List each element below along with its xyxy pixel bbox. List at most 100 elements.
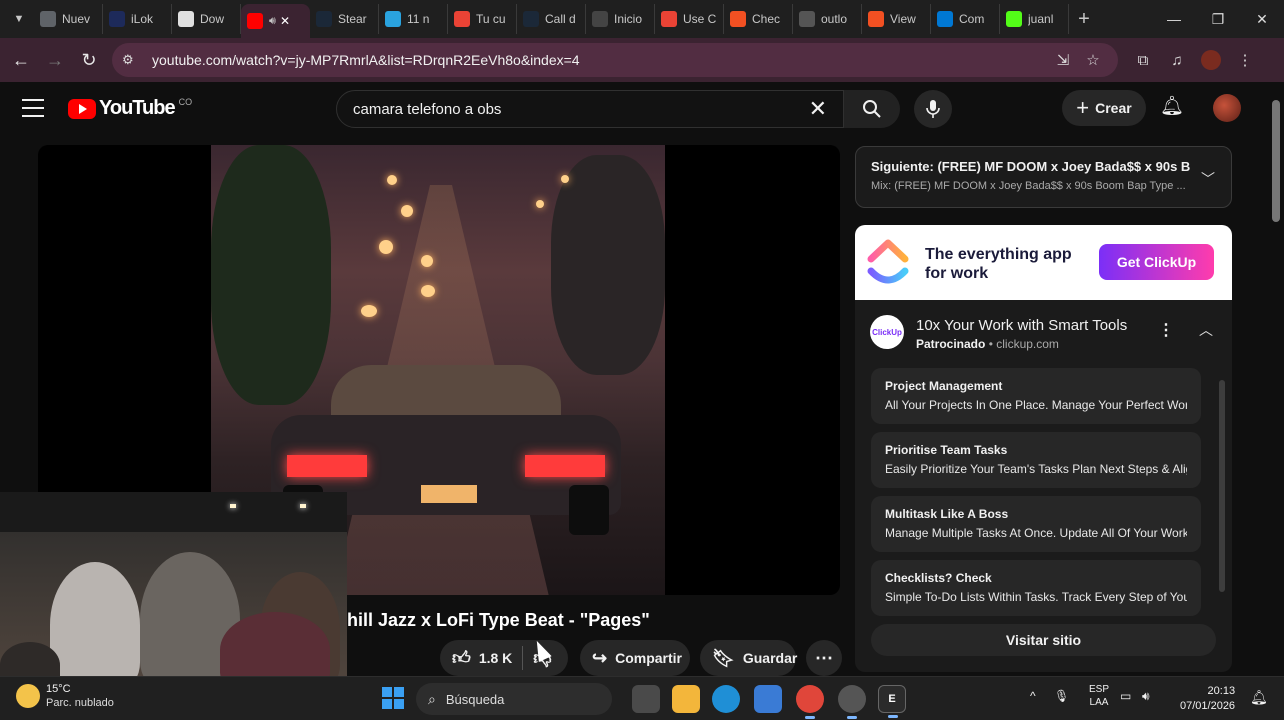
- tab-title: Inicio: [614, 12, 643, 26]
- like-icon[interactable]: 👍︎: [452, 647, 471, 669]
- search-button[interactable]: [844, 90, 900, 128]
- ad-banner[interactable]: The everything app for work Get ClickUp: [855, 225, 1232, 300]
- voice-search-button[interactable]: [914, 90, 952, 128]
- network-icon[interactable]: ▭: [1120, 689, 1142, 703]
- browser-tab[interactable]: 🔊︎ ✕: [241, 4, 310, 38]
- taskbar-search[interactable]: ⌕ Búsqueda: [416, 683, 612, 715]
- youtube-logo[interactable]: YouTube CO: [68, 97, 192, 120]
- browser-tab[interactable]: View: [862, 4, 931, 34]
- close-window-button[interactable]: ✕: [1240, 0, 1284, 38]
- clock[interactable]: 20:13 07/01/2026: [1180, 684, 1235, 714]
- ad-options-icon[interactable]: ⋮: [1158, 320, 1174, 340]
- search-input[interactable]: camara telefono a obs ✕: [336, 90, 844, 128]
- ad-feature-item[interactable]: Checklists? Check Simple To-Do Lists With…: [871, 560, 1201, 616]
- browser-tab[interactable]: iLok: [103, 4, 172, 34]
- store-icon[interactable]: [754, 685, 782, 713]
- feature-heading: Prioritise Team Tasks: [885, 443, 1008, 457]
- reload-button[interactable]: ↻: [72, 43, 106, 77]
- task-view-icon[interactable]: [632, 685, 660, 713]
- share-icon: ↪: [592, 647, 608, 668]
- browser-tab[interactable]: Use C: [655, 4, 724, 34]
- obs-icon[interactable]: [838, 685, 866, 719]
- tray-mic-icon[interactable]: 🎙︎: [1054, 689, 1078, 703]
- clear-search-icon[interactable]: ✕: [809, 96, 827, 122]
- browser-tab[interactable]: Call d: [517, 4, 586, 34]
- browser-tab[interactable]: Nuev: [34, 4, 103, 34]
- minimize-button[interactable]: —: [1152, 0, 1196, 38]
- ad-title[interactable]: 10x Your Work with Smart Tools: [916, 317, 1127, 334]
- browser-tab[interactable]: juanl: [1000, 4, 1069, 34]
- language-indicator[interactable]: ESP LAA: [1082, 683, 1116, 709]
- expand-chevron-icon[interactable]: ﹀: [1201, 169, 1215, 189]
- get-clickup-button[interactable]: Get ClickUp: [1099, 244, 1214, 280]
- back-button[interactable]: ←: [4, 43, 38, 77]
- share-label: Compartir: [615, 650, 682, 666]
- edge-icon[interactable]: [712, 685, 740, 713]
- chrome-icon[interactable]: [796, 685, 824, 719]
- bookmark-star-icon[interactable]: ☆: [1078, 51, 1108, 69]
- extensions-icon[interactable]: ⧉: [1126, 43, 1160, 77]
- tab-title: iLok: [131, 12, 154, 26]
- browser-tab[interactable]: Com: [931, 4, 1000, 34]
- feature-heading: Checklists? Check: [885, 571, 992, 585]
- create-button[interactable]: + Crear: [1062, 90, 1146, 126]
- browser-tab[interactable]: Tu cu: [448, 4, 517, 34]
- save-button[interactable]: 🔖︎ Guardar: [700, 640, 797, 676]
- feature-heading: Project Management: [885, 379, 1003, 393]
- more-actions-button[interactable]: ⋯: [806, 640, 842, 676]
- ad-scrollbar[interactable]: [1219, 380, 1225, 592]
- tab-title: Dow: [200, 12, 225, 26]
- volume-icon[interactable]: 🔊︎: [1142, 689, 1164, 704]
- tab-title: Use C: [683, 12, 717, 26]
- search-query: camara telefono a obs: [353, 100, 502, 118]
- ad-card: ClickUp 10x Your Work with Smart Tools P…: [855, 300, 1232, 672]
- advertiser-icon[interactable]: ClickUp: [870, 315, 904, 349]
- page-scrollbar[interactable]: [1272, 100, 1280, 222]
- feature-heading: Multitask Like A Boss: [885, 507, 1009, 521]
- microsoft-icon: [868, 11, 884, 27]
- menu-icon[interactable]: [22, 99, 44, 117]
- browser-tab[interactable]: outlo: [793, 4, 862, 34]
- site-info-icon[interactable]: ⚙: [122, 52, 144, 68]
- browser-tab[interactable]: Stear: [310, 4, 379, 34]
- browser-tab[interactable]: Chec: [724, 4, 793, 34]
- ad-feature-item[interactable]: Project Management All Your Projects In O…: [871, 368, 1201, 424]
- ad-feature-item[interactable]: Multitask Like A Boss Manage Multiple Tas…: [871, 496, 1201, 552]
- browser-tab[interactable]: 11 n: [379, 4, 448, 34]
- tray-overflow-icon[interactable]: ^: [1030, 689, 1048, 703]
- file-explorer-icon[interactable]: [672, 685, 700, 713]
- install-app-icon[interactable]: ⇲: [1048, 51, 1078, 69]
- date: 07/01/2026: [1180, 700, 1236, 712]
- tab-search-dropdown-icon[interactable]: ▼: [4, 4, 34, 34]
- account-avatar[interactable]: [1213, 94, 1241, 122]
- weather-widget[interactable]: 15°C Parc. nublado: [16, 683, 114, 709]
- maximize-button[interactable]: ❐: [1196, 0, 1240, 38]
- notification-icon[interactable]: 🔔︎: [1250, 689, 1268, 706]
- epic-games-icon[interactable]: E: [878, 685, 906, 718]
- tagline-line-2: for work: [925, 265, 989, 282]
- share-button[interactable]: ↪ Compartir: [580, 640, 690, 676]
- chrome-icon: [178, 11, 194, 27]
- tab-title: Nuev: [62, 12, 91, 26]
- browser-menu-icon[interactable]: ⋮: [1228, 43, 1262, 77]
- new-tab-button[interactable]: +: [1069, 8, 1099, 31]
- profile-avatar[interactable]: [1201, 50, 1221, 70]
- steam-icon: [316, 11, 332, 27]
- media-control-icon[interactable]: ♫: [1160, 43, 1194, 77]
- like-count[interactable]: 1.8 K: [479, 650, 512, 666]
- up-next-panel[interactable]: Siguiente: (FREE) MF DOOM x Joey Bada$$ …: [855, 146, 1232, 208]
- plus-icon: +: [1076, 95, 1090, 120]
- bookmark-icon: 🔖︎: [712, 647, 735, 668]
- browser-tab[interactable]: Dow: [172, 4, 241, 34]
- audio-playing-icon[interactable]: 🔊︎: [269, 15, 276, 28]
- visit-site-button[interactable]: Visitar sitio: [871, 624, 1216, 656]
- address-bar[interactable]: ⚙ youtube.com/watch?v=jy-MP7RmrlA&list=R…: [112, 43, 1118, 77]
- ad-feature-item[interactable]: Prioritise Team Tasks Easily Prioritize Y…: [871, 432, 1201, 488]
- notifications-bell-icon[interactable]: 🔔︎: [1160, 94, 1184, 118]
- collapse-chevron-icon[interactable]: ︿: [1199, 320, 1213, 340]
- browser-tab[interactable]: Inicio: [586, 4, 655, 34]
- forward-button[interactable]: →: [38, 43, 72, 77]
- close-tab-icon[interactable]: ✕: [280, 14, 290, 28]
- feature-description: Simple To-Do Lists Within Tasks. Track E…: [885, 590, 1187, 604]
- windows-start-icon[interactable]: [382, 687, 404, 709]
